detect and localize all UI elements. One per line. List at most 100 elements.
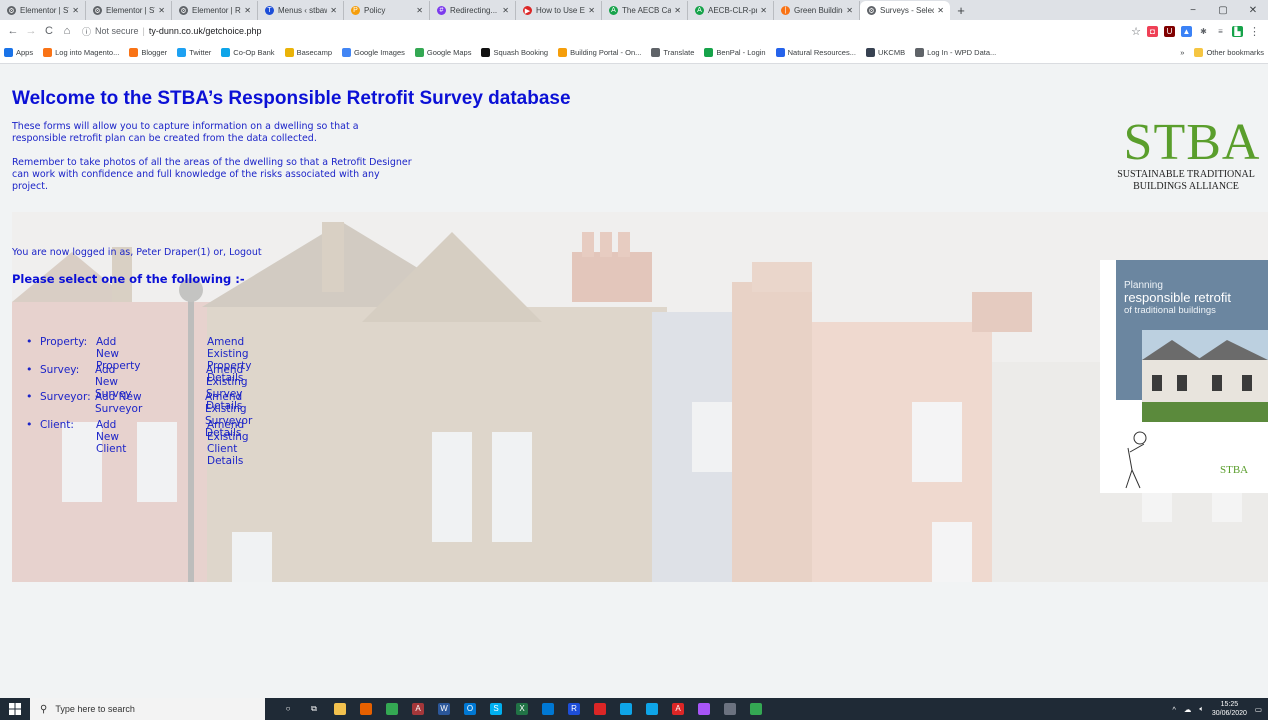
taskbar-app[interactable] (743, 698, 769, 720)
taskbar-app[interactable]: W (431, 698, 457, 720)
show-hidden-icons[interactable]: ^ (1172, 705, 1176, 714)
extensions-icon[interactable]: ✱ (1198, 25, 1209, 37)
amend-existing-link[interactable]: Amend Existing Client Details (207, 419, 249, 467)
taskbar-app[interactable] (535, 698, 561, 720)
bookmark-star-icon[interactable]: ☆ (1131, 25, 1141, 38)
bookmark-item[interactable]: Google Maps (414, 48, 471, 57)
bookmark-item[interactable]: Building Portal - On... (558, 48, 641, 57)
tab-strip: ⚙Elementor | STB✕⚙Elementor | STB✕⚙Eleme… (0, 0, 1268, 20)
stba-logo: STBA SUSTAINABLE TRADITIONAL BUILDINGS A… (1104, 117, 1268, 193)
back-button[interactable]: ← (4, 22, 22, 40)
tab-close-icon[interactable]: ✕ (330, 6, 337, 15)
security-status: Not secure (95, 26, 139, 36)
taskbar-app[interactable]: O (457, 698, 483, 720)
pocket-extension-icon[interactable]: ◘ (1147, 25, 1158, 37)
bookmark-item[interactable]: Google Images (342, 48, 405, 57)
bookmark-item[interactable]: Twitter (177, 48, 211, 57)
tab[interactable]: # Redirecting... | Li✕ (430, 1, 516, 20)
bookmark-label: Log In - WPD Data... (927, 48, 997, 57)
home-button[interactable]: ⌂ (58, 22, 76, 40)
taskbar-app[interactable]: X (509, 698, 535, 720)
profile-icon[interactable]: ▙ (1232, 25, 1243, 37)
tab-favicon-icon: | (781, 6, 790, 15)
taskbar-app[interactable]: R (561, 698, 587, 720)
tab-close-icon[interactable]: ✕ (416, 6, 423, 15)
notifications-icon[interactable]: ▭ (1255, 705, 1262, 714)
address-bar[interactable]: ⓘ Not secure | ty-dunn.co.uk/getchoice.p… (82, 22, 261, 40)
other-bookmarks-link[interactable]: Other bookmarks (1206, 48, 1264, 57)
taskbar-app[interactable] (353, 698, 379, 720)
bookmark-item[interactable]: Blogger (129, 48, 167, 57)
clock[interactable]: 15:25 30/06/2020 (1212, 700, 1247, 718)
start-button[interactable] (0, 698, 30, 720)
task-view-icon: ⧉ (308, 703, 320, 715)
maximize-button[interactable]: ▢ (1208, 0, 1238, 20)
bookmark-item[interactable]: Log In - WPD Data... (915, 48, 996, 57)
bookmark-item[interactable]: Squash Booking (481, 48, 548, 57)
tab[interactable]: ▶ How to Use Elem✕ (516, 1, 602, 20)
bookmark-item[interactable]: Translate (651, 48, 694, 57)
network-icon[interactable]: ☁ (1184, 705, 1192, 714)
bookmark-item[interactable]: Co-Op Bank (221, 48, 275, 57)
background-houses-image (12, 212, 1268, 582)
taskbar-app[interactable] (691, 698, 717, 720)
taskbar-app[interactable] (613, 698, 639, 720)
info-icon[interactable]: ⓘ (82, 25, 91, 38)
bookmark-item[interactable]: Natural Resources... (775, 48, 856, 57)
taskbar-app[interactable]: A (405, 698, 431, 720)
url-text[interactable]: ty-dunn.co.uk/getchoice.php (149, 26, 262, 36)
new-tab-button[interactable]: + (950, 1, 972, 20)
book-cover-image: Planning responsible retrofit of traditi… (1100, 260, 1268, 493)
forward-button[interactable]: → (22, 22, 40, 40)
tab-close-icon[interactable]: ✕ (846, 6, 853, 15)
add-new-link[interactable]: Add New Client (96, 419, 126, 455)
tab[interactable]: P Policy ✕ (344, 1, 430, 20)
menu-category-label: Property: (40, 336, 88, 348)
tab-close-icon[interactable]: ✕ (158, 6, 165, 15)
taskbar-app[interactable]: ○ (275, 698, 301, 720)
taskbar-app[interactable] (587, 698, 613, 720)
taskbar-app[interactable] (327, 698, 353, 720)
reading-list-icon[interactable]: ≡ (1215, 25, 1226, 37)
tab-active[interactable]: ⚙ Surveys - Select ✕ (860, 1, 950, 20)
tab-close-icon[interactable]: ✕ (937, 6, 944, 15)
add-new-link[interactable]: Add New Surveyor (95, 391, 142, 415)
taskbar-app[interactable]: A (665, 698, 691, 720)
taskbar-app[interactable] (639, 698, 665, 720)
taskbar-app[interactable]: S (483, 698, 509, 720)
bookmark-favicon-icon (915, 48, 925, 57)
taskbar-app[interactable] (379, 698, 405, 720)
word-icon: W (438, 703, 450, 715)
bookmark-item[interactable]: BenPal - Login (704, 48, 766, 57)
tab-close-icon[interactable]: ✕ (760, 6, 767, 15)
bookmark-label: Natural Resources... (787, 48, 856, 57)
tab[interactable]: ⚙ Elementor | Reso✕ (172, 1, 258, 20)
tab-close-icon[interactable]: ✕ (674, 6, 681, 15)
tab[interactable]: T Menus ‹ stbawor✕ (258, 1, 344, 20)
tab[interactable]: A AECB-CLR-prosp✕ (688, 1, 774, 20)
bookmark-item[interactable]: Apps (4, 48, 33, 57)
taskbar-app[interactable]: ⧉ (301, 698, 327, 720)
tab-close-icon[interactable]: ✕ (588, 6, 595, 15)
minimize-button[interactable]: − (1178, 0, 1208, 20)
tab[interactable]: ⚙ Elementor | STB✕ (0, 1, 86, 20)
tab[interactable]: | Green Building ✕ (774, 1, 860, 20)
bookmark-item[interactable]: Log into Magento... (43, 48, 119, 57)
volume-icon[interactable]: 🔈︎ (1199, 704, 1204, 714)
taskbar-search[interactable]: ⚲ Type here to search (30, 698, 265, 720)
close-window-button[interactable]: ✕ (1238, 0, 1268, 20)
reload-button[interactable]: C (40, 22, 58, 40)
bookmark-label: Log into Magento... (55, 48, 120, 57)
more-bookmarks-button[interactable]: » (1180, 48, 1184, 57)
tab-close-icon[interactable]: ✕ (502, 6, 509, 15)
bookmark-item[interactable]: UKCMB (865, 48, 905, 57)
tab[interactable]: ⚙ Elementor | STB✕ (86, 1, 172, 20)
taskbar-app[interactable] (717, 698, 743, 720)
bookmark-item[interactable]: Basecamp (284, 48, 332, 57)
tab-close-icon[interactable]: ✕ (244, 6, 251, 15)
tab-close-icon[interactable]: ✕ (72, 6, 79, 15)
cloud-extension-icon[interactable]: ▲ (1181, 25, 1192, 37)
tab[interactable]: A The AECB Carbo✕ (602, 1, 688, 20)
menu-kebab-icon[interactable]: ⋮ (1249, 25, 1260, 38)
ublock-extension-icon[interactable]: U (1164, 25, 1175, 37)
